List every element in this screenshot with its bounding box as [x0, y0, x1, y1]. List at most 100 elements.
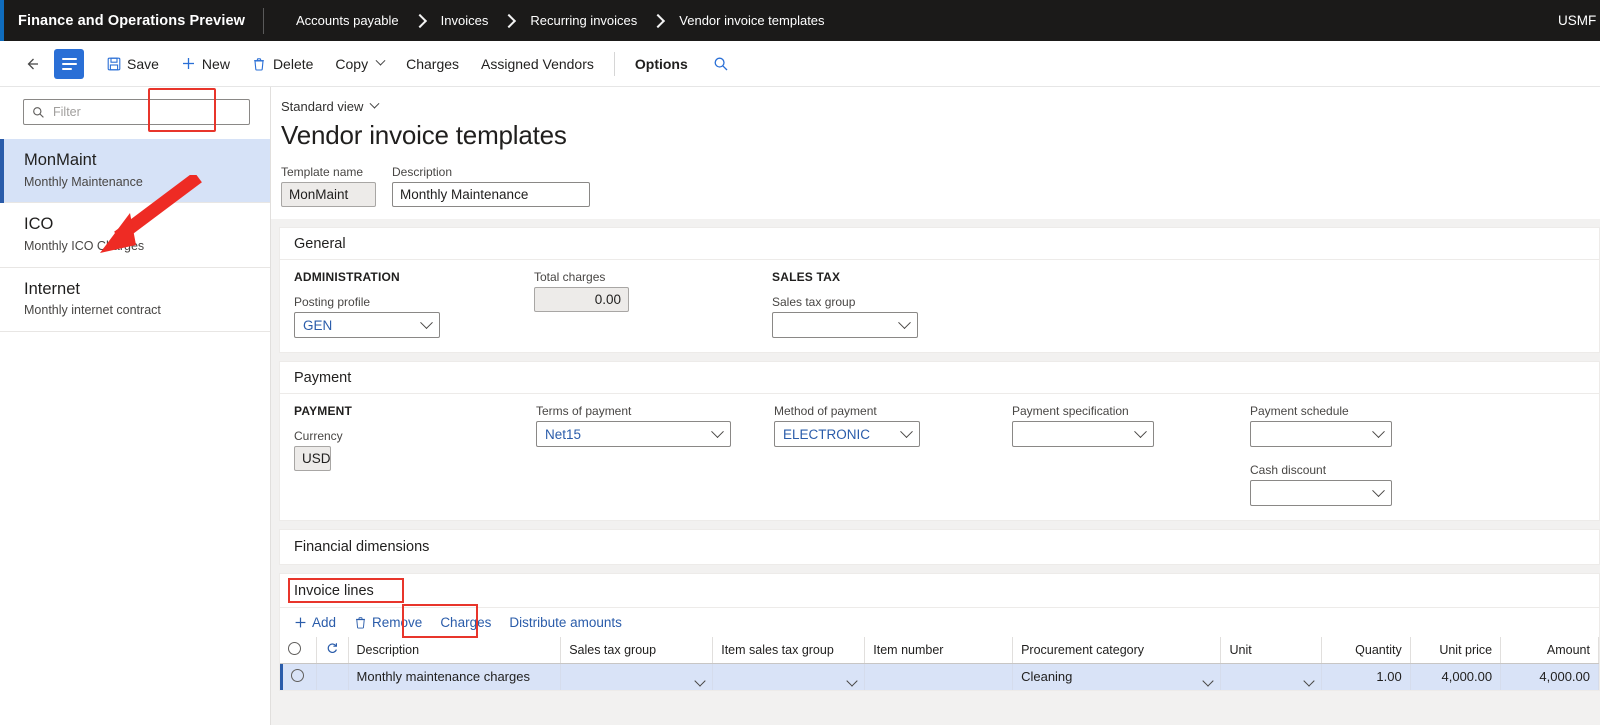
brand-accent-stripe — [0, 0, 4, 41]
cell-procurement-category[interactable]: Cleaning — [1012, 663, 1222, 690]
financial-dimensions-header[interactable]: Financial dimensions — [280, 530, 1599, 564]
main-content: Standard view Vendor invoice templates T… — [271, 87, 1600, 725]
col-header-item-sales-tax-group[interactable]: Item sales tax group — [712, 637, 866, 664]
chevron-right-icon — [502, 13, 517, 28]
col-header-unit-price[interactable]: Unit price — [1410, 637, 1502, 664]
posting-profile-label: Posting profile — [294, 295, 371, 309]
options-button[interactable]: Options — [625, 48, 698, 80]
row-selector-icon[interactable] — [288, 641, 301, 655]
search-icon — [32, 106, 45, 119]
cell-unit[interactable] — [1220, 663, 1323, 690]
terms-of-payment-select[interactable]: Net15 — [536, 421, 731, 447]
chevron-down-icon — [375, 55, 386, 66]
list-item-monmaint[interactable]: MonMaint Monthly Maintenance — [0, 139, 270, 204]
list-item-internet[interactable]: Internet Monthly internet contract — [0, 267, 270, 332]
command-bar-divider — [613, 51, 615, 76]
top-navigation-bar: Finance and Operations Preview Accounts … — [0, 0, 1600, 41]
copy-button[interactable]: Copy — [325, 48, 394, 80]
sales-tax-group-select[interactable] — [772, 312, 918, 338]
breadcrumb-item-accounts-payable[interactable]: Accounts payable — [284, 13, 411, 28]
remove-line-button[interactable]: Remove — [346, 611, 430, 635]
payment-schedule-select[interactable] — [1250, 421, 1392, 447]
refresh-icon — [327, 643, 337, 654]
add-line-button[interactable]: Add — [286, 611, 344, 635]
chevron-down-icon — [1202, 675, 1215, 687]
line-charges-button[interactable]: Charges — [432, 611, 499, 635]
cell-unit-price[interactable]: 4,000.00 — [1410, 663, 1502, 690]
method-of-payment-select[interactable]: ELECTRONIC — [774, 421, 920, 447]
app-title: Finance and Operations Preview — [18, 12, 246, 29]
total-charges-input[interactable]: 0.00 — [534, 287, 629, 312]
assigned-vendors-button[interactable]: Assigned Vendors — [471, 48, 604, 80]
cell-item-number[interactable] — [864, 663, 1014, 690]
breadcrumb-item-vendor-invoice-templates[interactable]: Vendor invoice templates — [667, 13, 836, 28]
new-button[interactable]: New — [171, 48, 240, 80]
invoice-lines-header[interactable]: Invoice lines — [279, 573, 1600, 607]
col-header-amount[interactable]: Amount — [1500, 637, 1599, 664]
company-indicator[interactable]: USMF — [1558, 13, 1600, 28]
col-header-description[interactable]: Description — [348, 637, 562, 664]
form-header: Standard view Vendor invoice templates T… — [271, 87, 1600, 219]
back-arrow-icon[interactable] — [20, 51, 46, 77]
general-section-title: General — [294, 235, 346, 252]
currency-label: Currency — [294, 429, 343, 443]
financial-dimensions-section: Financial dimensions — [279, 529, 1600, 565]
chevron-down-icon — [420, 315, 433, 329]
chevron-down-icon — [1372, 424, 1385, 438]
filter-input[interactable] — [51, 104, 241, 120]
col-header-sales-tax-group[interactable]: Sales tax group — [560, 637, 714, 664]
col-header-item-number[interactable]: Item number — [864, 637, 1014, 664]
row-selector-cell[interactable] — [280, 663, 317, 690]
breadcrumb-item-invoices[interactable]: Invoices — [429, 13, 501, 28]
search-icon[interactable] — [706, 49, 736, 79]
command-bar: Save New Delete Copy Charges Assigned Ve… — [0, 41, 1600, 132]
select-all-header[interactable] — [280, 637, 317, 664]
col-header-unit[interactable]: Unit — [1220, 637, 1323, 664]
table-row[interactable]: Monthly maintenance charges Cleaning 1.0… — [280, 663, 1599, 690]
save-icon — [106, 56, 121, 71]
breadcrumb-item-recurring-invoices[interactable]: Recurring invoices — [518, 13, 649, 28]
payment-section-body: PAYMENT Currency USD Terms of payment Ne… — [280, 394, 1599, 520]
description-field: Description Monthly Maintenance — [392, 165, 590, 207]
add-line-label: Add — [312, 615, 337, 630]
hamburger-icon[interactable] — [54, 48, 84, 79]
cell-sales-tax-group[interactable] — [560, 663, 714, 690]
payment-specification-select[interactable] — [1012, 421, 1154, 447]
description-input[interactable]: Monthly Maintenance — [392, 182, 590, 207]
invoice-lines-table: Description Sales tax group Item sales t… — [280, 637, 1599, 690]
cash-discount-select[interactable] — [1250, 480, 1392, 506]
list-item-subtitle: Monthly ICO Charges — [24, 238, 145, 253]
list-item-subtitle: Monthly Maintenance — [24, 174, 143, 189]
description-label: Description — [392, 165, 453, 179]
list-item-ico[interactable]: ICO Monthly ICO Charges — [0, 203, 270, 268]
view-selector[interactable]: Standard view — [271, 87, 380, 114]
save-button[interactable]: Save — [96, 48, 169, 80]
general-section-header[interactable]: General — [280, 228, 1599, 260]
chevron-down-icon — [1372, 483, 1385, 497]
financial-dimensions-title: Financial dimensions — [294, 539, 430, 555]
payment-section-header[interactable]: Payment — [280, 362, 1599, 394]
chevron-down-icon — [1134, 424, 1147, 438]
invoice-lines-grid: Description Sales tax group Item sales t… — [279, 637, 1600, 691]
col-header-procurement-category[interactable]: Procurement category — [1012, 637, 1222, 664]
row-selector-icon[interactable] — [291, 668, 305, 682]
charges-button[interactable]: Charges — [396, 48, 469, 80]
template-name-input[interactable]: MonMaint — [281, 182, 376, 207]
general-section: General ADMINISTRATION Posting profile G… — [279, 227, 1600, 353]
posting-profile-select[interactable]: GEN — [294, 312, 440, 338]
cell-description[interactable]: Monthly maintenance charges — [348, 663, 562, 690]
template-name-field: Template name MonMaint — [281, 165, 376, 207]
cell-item-sales-tax-group[interactable] — [712, 663, 866, 690]
col-header-quantity[interactable]: Quantity — [1321, 637, 1411, 664]
cell-quantity[interactable]: 1.00 — [1321, 663, 1411, 690]
distribute-amounts-button[interactable]: Distribute amounts — [501, 611, 630, 635]
currency-input[interactable]: USD — [294, 446, 331, 471]
filter-box[interactable] — [23, 99, 250, 125]
delete-button[interactable]: Delete — [242, 48, 323, 80]
chevron-down-icon — [711, 424, 724, 438]
refresh-header[interactable] — [316, 637, 349, 664]
chevron-down-icon — [1303, 675, 1316, 687]
plus-icon — [294, 616, 307, 629]
cell-amount[interactable]: 4,000.00 — [1500, 663, 1599, 690]
trash-icon — [354, 616, 367, 629]
